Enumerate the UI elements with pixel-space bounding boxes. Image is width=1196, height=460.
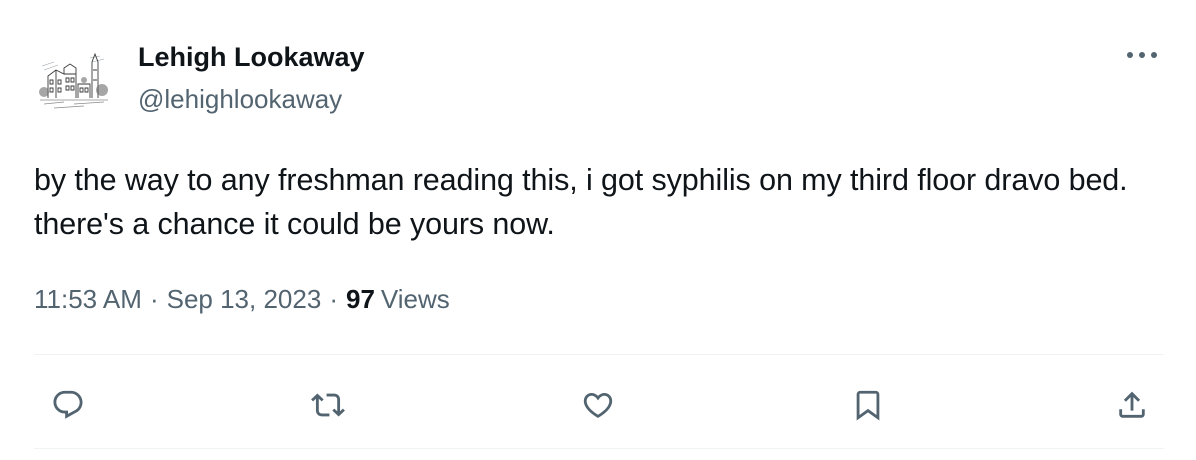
retweet-arrows-icon: [311, 393, 345, 417]
divider: [34, 448, 1164, 449]
bookmark-icon: [856, 390, 880, 421]
views-label: Views: [380, 284, 450, 314]
divider: [34, 354, 1164, 355]
author-handle[interactable]: @lehighlookaway: [138, 84, 342, 115]
speech-bubble-icon: [53, 390, 83, 419]
retweet-button[interactable]: [306, 383, 350, 427]
tweet-time[interactable]: 11:53 AM: [34, 284, 142, 315]
tweet-card: Lehigh Lookaway @lehighlookaway by the w…: [0, 0, 1196, 460]
author-avatar[interactable]: [34, 40, 114, 120]
reply-button[interactable]: [46, 383, 90, 427]
meta-separator: ·: [329, 284, 338, 314]
share-button[interactable]: [1110, 383, 1154, 427]
more-options-button[interactable]: [1118, 40, 1166, 70]
bookmark-button[interactable]: [846, 383, 890, 427]
tweet-date[interactable]: Sep 13, 2023: [167, 284, 322, 315]
tweet-metadata: 11:53 AM · Sep 13, 2023 · 97 Views: [34, 284, 450, 315]
author-display-name[interactable]: Lehigh Lookaway: [138, 42, 365, 73]
meta-separator: ·: [149, 284, 159, 314]
like-button[interactable]: [576, 383, 620, 427]
views-count: 97: [345, 284, 375, 314]
tweet-text: by the way to any freshman reading this,…: [34, 163, 1128, 241]
building-sketch-avatar-icon: [34, 40, 114, 120]
ellipsis-icon: [1127, 52, 1157, 58]
heart-icon: [583, 392, 613, 418]
share-upload-icon: [1119, 391, 1145, 418]
